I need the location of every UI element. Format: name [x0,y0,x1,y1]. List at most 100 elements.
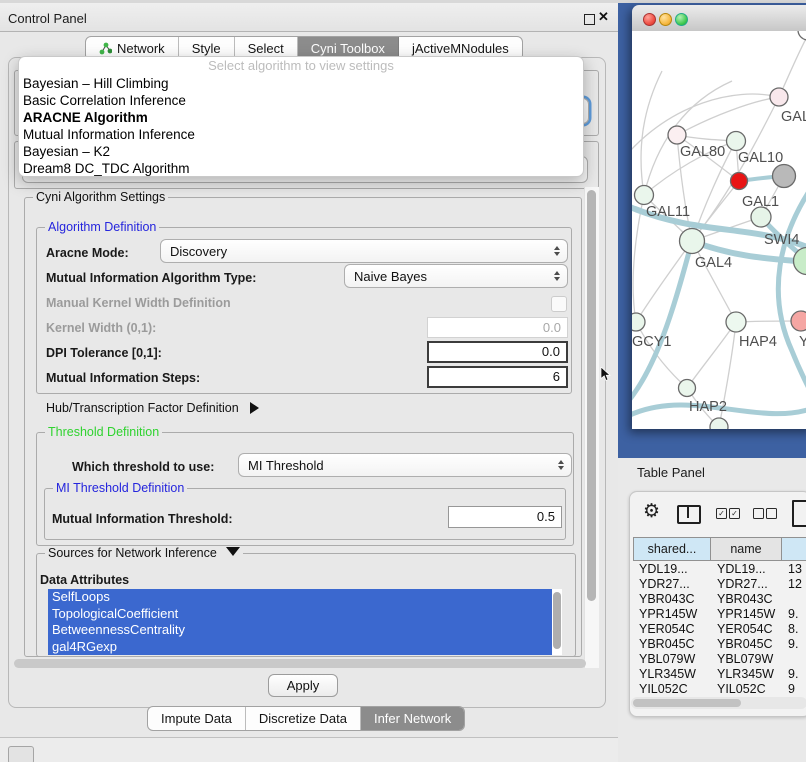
dpi-tolerance-label: DPI Tolerance [0,1]: [46,346,162,360]
network-node-label: GAL4 [695,255,732,271]
table-column-header[interactable] [782,537,806,561]
tab-infer-network[interactable]: Infer Network [361,707,464,730]
minimize-traffic-icon[interactable] [659,13,672,26]
table-row[interactable]: YPR145WYPR145W9. [633,607,806,622]
tab-impute-data[interactable]: Impute Data [148,707,246,730]
network-node[interactable] [751,207,771,227]
table-cell: YBR043C [633,592,711,607]
network-node[interactable] [635,186,654,205]
network-node[interactable] [632,313,645,331]
mi-threshold-field[interactable]: 0.5 [448,506,562,528]
algorithm-option[interactable]: Bayesian – Hill Climbing [19,75,583,92]
mi-type-label: Mutual Information Algorithm Type: [46,271,256,285]
table-cell: YBR045C [633,637,711,652]
threshold-definition-title: Threshold Definition [45,426,162,439]
table-row[interactable]: YER054CYER054C8. [633,622,806,637]
algorithm-option[interactable]: Basic Correlation Inference [19,92,583,109]
tab-label: Select [248,41,284,56]
attributes-scrollbar-thumb[interactable] [553,592,561,649]
network-node-label: HAP2 [689,399,727,415]
panel-toggle-icon[interactable] [8,746,34,762]
attribute-list-item[interactable]: BetweennessCentrality [48,622,552,639]
network-node[interactable] [731,173,748,190]
settings-horizontal-scrollbar-thumb[interactable] [14,659,586,668]
network-window[interactable]: GAL8GAL80GAL10GAL1GAL11SWI4GAL4GCY1HAP4Y… [632,5,806,429]
tab-discretize-data[interactable]: Discretize Data [246,707,361,730]
close-icon[interactable]: ✕ [598,9,609,25]
which-threshold-combobox[interactable]: MI Threshold [238,453,572,477]
network-window-titlebar[interactable] [632,5,806,32]
manual-kernel-checkbox[interactable] [551,296,567,312]
settings-vertical-scrollbar-thumb[interactable] [587,190,596,601]
network-node[interactable] [727,132,746,151]
network-node[interactable] [791,311,806,331]
bottom-tab-bar: Impute Data Discretize Data Infer Network [147,706,465,731]
gear-icon[interactable]: ⚙ [643,500,660,522]
table-column-header[interactable]: name [711,537,782,561]
table-row[interactable]: YBR045CYBR045C9. [633,637,806,652]
network-node[interactable] [710,418,728,429]
hub-definition-toggle[interactable]: Hub/Transcription Factor Definition [46,401,259,415]
data-attributes-list[interactable]: SelfLoopsTopologicalCoefficientBetweenne… [48,589,562,655]
dpi-tolerance-field[interactable]: 0.0 [427,341,568,363]
unchecked-boxes-icon[interactable] [766,508,777,519]
network-graph: GAL8GAL80GAL10GAL1GAL11SWI4GAL4GCY1HAP4Y… [632,31,806,429]
algorithm-dropdown-popup: Select algorithm to view settings Bayesi… [18,56,584,177]
algorithm-option[interactable]: Mutual Information Inference [19,126,583,143]
table-panel-title: Table Panel [637,465,705,480]
attribute-list-item[interactable]: SelfLoops [48,589,552,606]
float-panel-icon[interactable] [584,14,595,25]
table-cell: 12 [782,577,806,592]
table-row[interactable]: YDL19...YDL19...13 [633,562,806,577]
algorithm-option[interactable]: ARACNE Algorithm [19,109,583,126]
columns-icon[interactable] [677,505,701,524]
checked-boxes-icon[interactable]: ✓ [729,508,740,519]
chevron-right-icon [250,402,259,414]
network-icon [99,42,112,55]
table-cell: YDR27... [633,577,711,592]
apply-button[interactable]: Apply [268,674,338,697]
mi-type-combobox[interactable]: Naive Bayes [344,264,568,288]
close-traffic-icon[interactable] [643,13,656,26]
table-cell: YLR345W [711,667,782,682]
network-node[interactable] [770,88,788,106]
document-icon[interactable] [792,500,806,527]
aracne-mode-value: Discovery [170,244,227,259]
table-cell: YBR043C [711,592,782,607]
algorithm-definition-title: Algorithm Definition [45,221,159,234]
algorithm-option[interactable]: Bayesian – K2 [19,143,583,160]
data-attributes-label: Data Attributes [40,573,129,587]
network-node[interactable] [798,31,806,40]
tab-label: Impute Data [161,711,232,726]
table-row[interactable]: YIL052CYIL052C9 [633,682,806,697]
checked-boxes-icon[interactable]: ✓ [716,508,727,519]
mi-threshold-label: Mutual Information Threshold: [52,512,233,526]
mi-steps-field[interactable]: 6 [427,366,568,388]
table-row[interactable]: YBR043CYBR043C [633,592,806,607]
attribute-list-item[interactable]: TopologicalCoefficient [48,606,552,623]
table-cell: 8. [782,622,806,637]
zoom-traffic-icon[interactable] [675,13,688,26]
network-canvas[interactable]: GAL8GAL80GAL10GAL1GAL11SWI4GAL4GCY1HAP4Y… [632,31,806,429]
tab-label: Infer Network [374,711,451,726]
network-node[interactable] [668,126,686,144]
sources-title[interactable]: Sources for Network Inference [45,547,243,560]
network-node[interactable] [773,165,796,188]
network-node-label: SWI4 [764,232,799,248]
network-node[interactable] [679,380,696,397]
unchecked-boxes-icon[interactable] [753,508,764,519]
tab-label: Network [117,41,165,56]
algorithm-option[interactable]: Dream8 DC_TDC Algorithm [19,160,583,177]
table-column-header[interactable]: shared... [633,537,711,561]
network-node[interactable] [726,312,746,332]
table-horizontal-scrollbar-thumb[interactable] [633,699,741,707]
table-row[interactable]: YDR27...YDR27...12 [633,577,806,592]
network-node[interactable] [680,229,705,254]
attribute-list-item[interactable]: gal4RGexp [48,639,552,656]
table-row[interactable]: YLR345WYLR345W9. [633,667,806,682]
table-cell: 9 [782,682,806,697]
network-node-label: GAL8 [781,109,806,125]
kernel-width-field[interactable]: 0.0 [427,317,568,338]
table-row[interactable]: YBL079WYBL079W [633,652,806,667]
aracne-mode-combobox[interactable]: Discovery [160,239,568,263]
